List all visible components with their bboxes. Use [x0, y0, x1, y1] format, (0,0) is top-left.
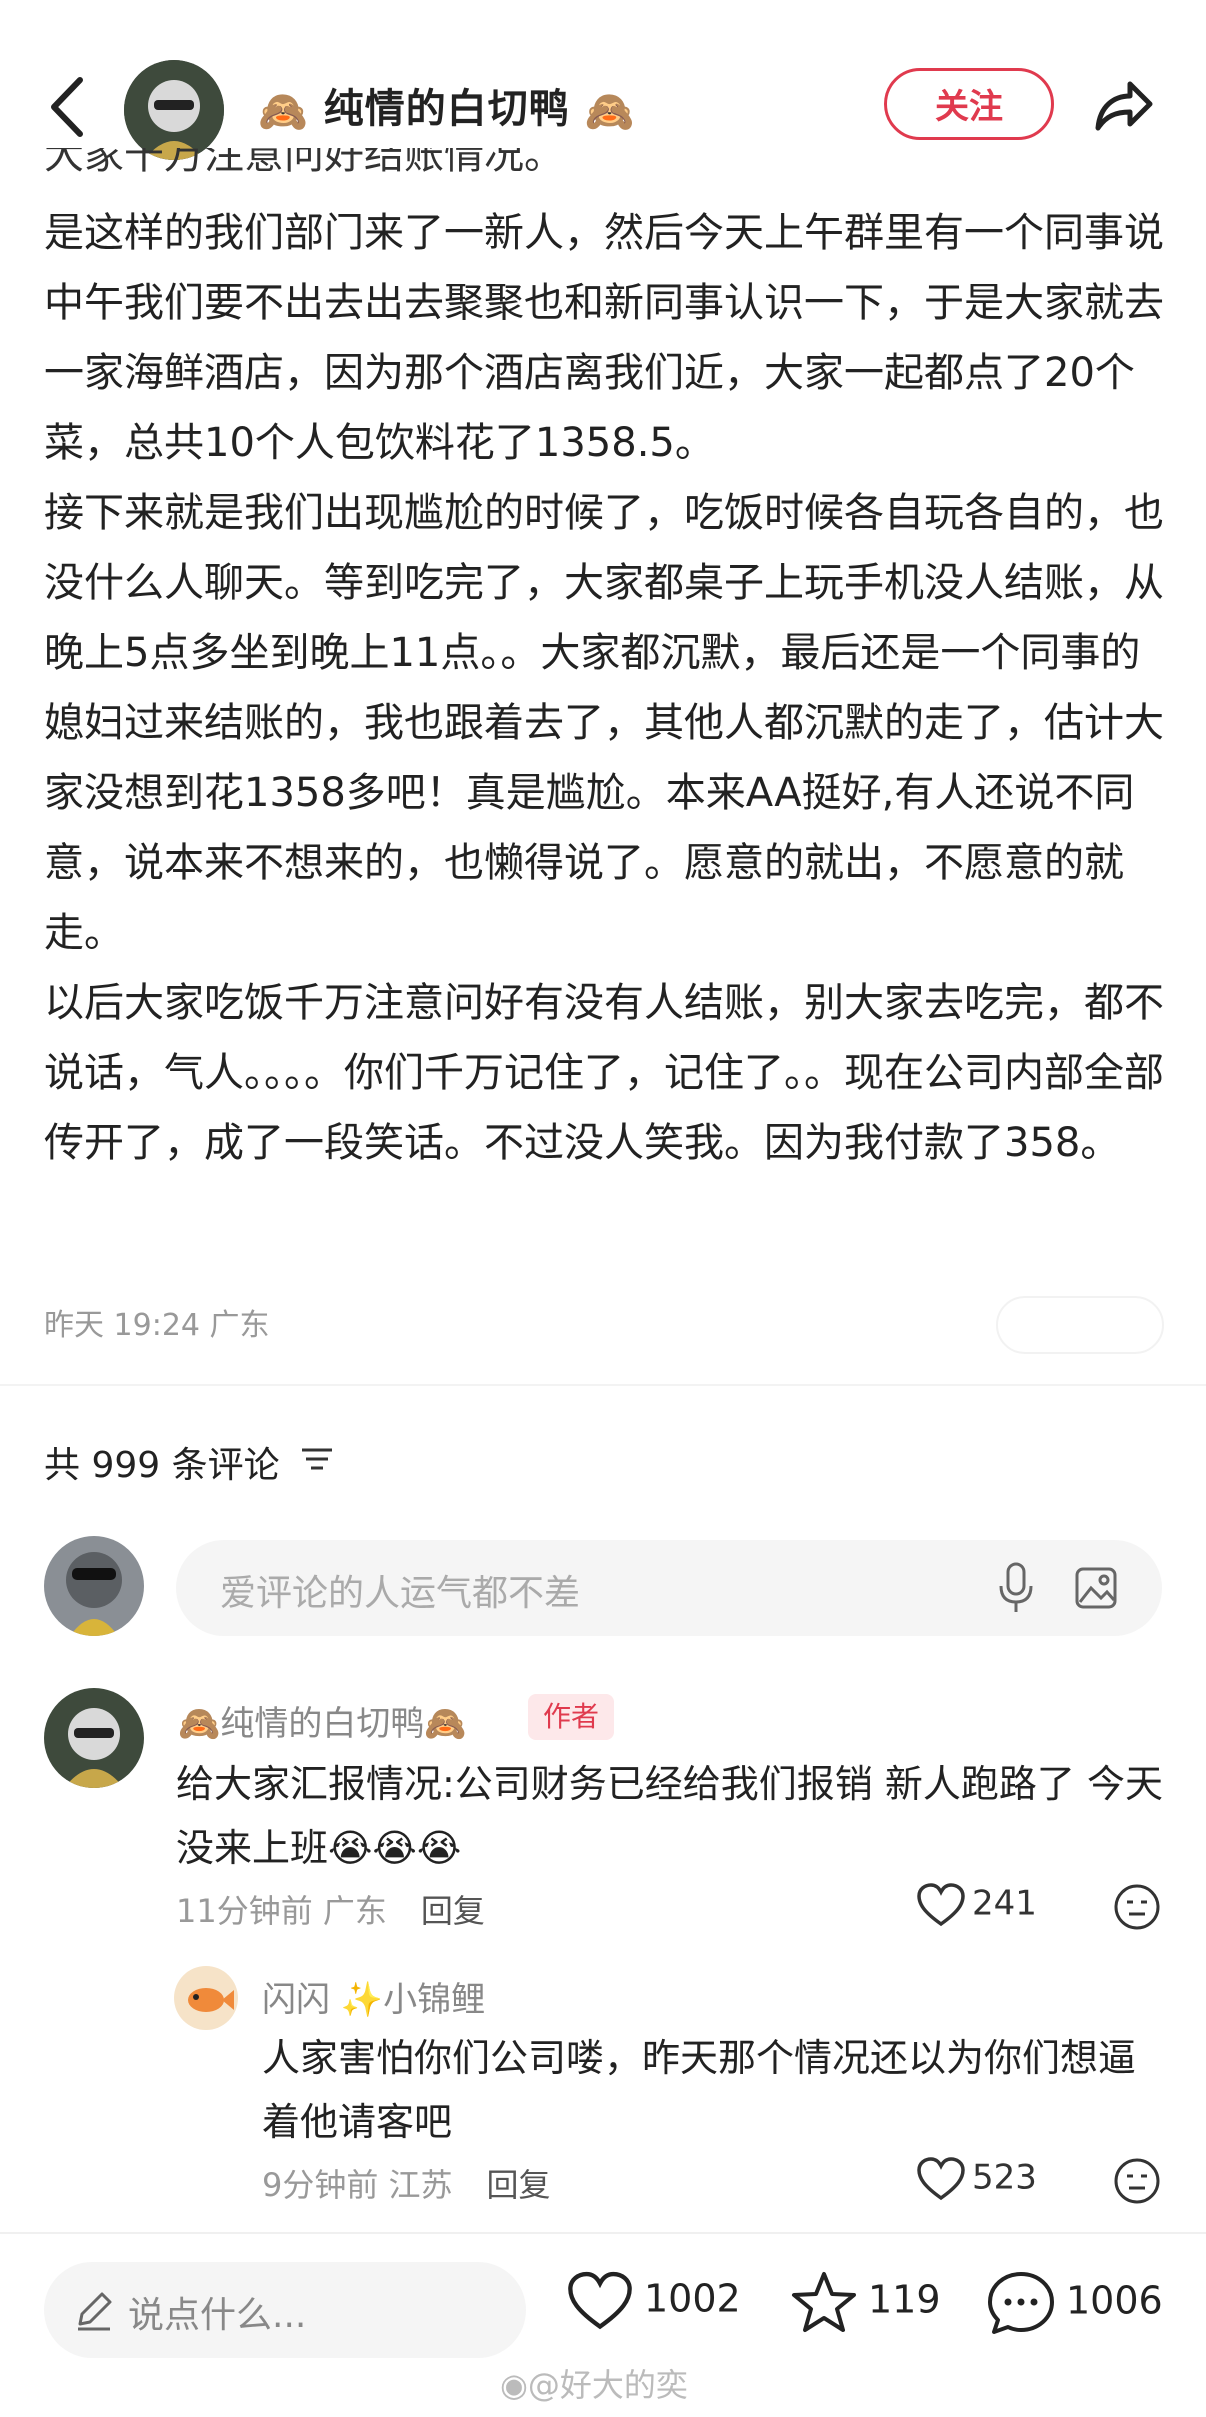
reply-button[interactable]: 回复 — [487, 2166, 551, 2204]
weibo-icon: ◉ — [500, 2366, 528, 2404]
star-icon — [792, 2272, 856, 2332]
crying-emoji-icon: 😭😭😭 — [328, 1826, 462, 1870]
comment-input[interactable]: 爱评论的人运气都不差 — [176, 1540, 1162, 1636]
author-avatar[interactable] — [124, 60, 224, 160]
user-avatar — [44, 1536, 144, 1636]
post-paragraph: 接下来就是我们出现尴尬的时候了，吃饭时候各自玩各自的，也没什么人聊天。等到吃完了… — [44, 490, 1164, 956]
comment-count: 共 999 条评论 — [44, 1445, 280, 1486]
commenter-avatar[interactable] — [44, 1688, 144, 1788]
commenter-avatar[interactable] — [174, 1966, 238, 2030]
pen-icon — [78, 2292, 112, 2331]
post-paragraph: 是这样的我们部门来了一新人，然后今天上午群里有一个同事说中午我们要不出去出去聚聚… — [44, 210, 1164, 466]
see-no-evil-monkey-icon: 🙈 — [424, 1704, 467, 1744]
post-action-pill[interactable] — [996, 1296, 1164, 1354]
filter-icon[interactable] — [300, 1444, 334, 1474]
back-icon[interactable] — [44, 72, 94, 142]
comment-like-button[interactable]: 241 — [916, 1882, 1037, 1928]
reply-button[interactable]: 回复 — [421, 1892, 485, 1930]
see-no-evil-monkey-icon: 🙈 — [178, 1704, 221, 1744]
top-bar: 🙈 纯情的白切鸭 🙈 关注 大家千万注意问好结账情况。 — [0, 0, 1206, 210]
post-body: 是这样的我们部门来了一新人，然后今天上午群里有一个同事说中午我们要不出去出去聚聚… — [44, 198, 1164, 1178]
author-name: 纯情的白切鸭 — [323, 86, 570, 132]
like-button[interactable]: 1002 — [566, 2270, 741, 2332]
face-icon[interactable] — [1112, 2156, 1162, 2206]
post-paragraph: 以后大家吃饭千万注意问好有没有人结账，别大家去吃完，都不说话，气人。。。。你们千… — [44, 980, 1164, 1166]
say-something-input[interactable]: 说点什么... — [44, 2262, 526, 2358]
divider — [0, 1384, 1206, 1386]
follow-button[interactable]: 关注 — [884, 68, 1054, 140]
author-name-row[interactable]: 🙈 纯情的白切鸭 🙈 — [258, 76, 636, 135]
truncated-text-line: 大家千万注意问好结账情况。 — [44, 148, 564, 178]
say-placeholder: 说点什么... — [128, 2295, 307, 2336]
comment-meta: 11分钟前 广东 回复 — [176, 1892, 485, 1930]
comment-like-button[interactable]: 523 — [916, 2156, 1037, 2202]
commenter-name[interactable]: 闪闪 ✨小锦鲤 — [262, 1972, 485, 2021]
see-no-evil-monkey-icon: 🙈 — [584, 88, 636, 135]
mic-icon[interactable] — [996, 1562, 1036, 1614]
face-icon[interactable] — [1112, 1882, 1162, 1932]
share-icon[interactable] — [1090, 72, 1156, 138]
comment-meta: 9分钟前 江苏 回复 — [262, 2166, 551, 2204]
heart-icon — [917, 1883, 965, 1927]
post-meta: 昨天 19:24 广东 — [44, 1308, 270, 1343]
watermark: ◉@好大的奕 — [500, 2366, 688, 2404]
heart-icon — [568, 2271, 632, 2330]
collect-button[interactable]: 119 — [790, 2270, 941, 2334]
image-icon[interactable] — [1074, 1566, 1118, 1610]
comment-text: 人家害怕你们公司喽，昨天那个情况还以为你们想逼着他请客吧 — [262, 2036, 1137, 2144]
comment-input-placeholder: 爱评论的人运气都不差 — [220, 1573, 581, 1614]
comment-button[interactable]: 1006 — [986, 2270, 1163, 2336]
see-no-evil-monkey-icon: 🙈 — [258, 88, 309, 135]
author-badge: 作者 — [528, 1694, 614, 1740]
heart-icon — [917, 2157, 965, 2201]
comment-text: 给大家汇报情况:公司财务已经给我们报销 新人跑路了 今天没来上班😭😭😭 — [176, 1762, 1163, 1870]
chat-icon — [988, 2272, 1054, 2334]
commenter-name[interactable]: 🙈纯情的白切鸭🙈 — [178, 1696, 467, 1745]
